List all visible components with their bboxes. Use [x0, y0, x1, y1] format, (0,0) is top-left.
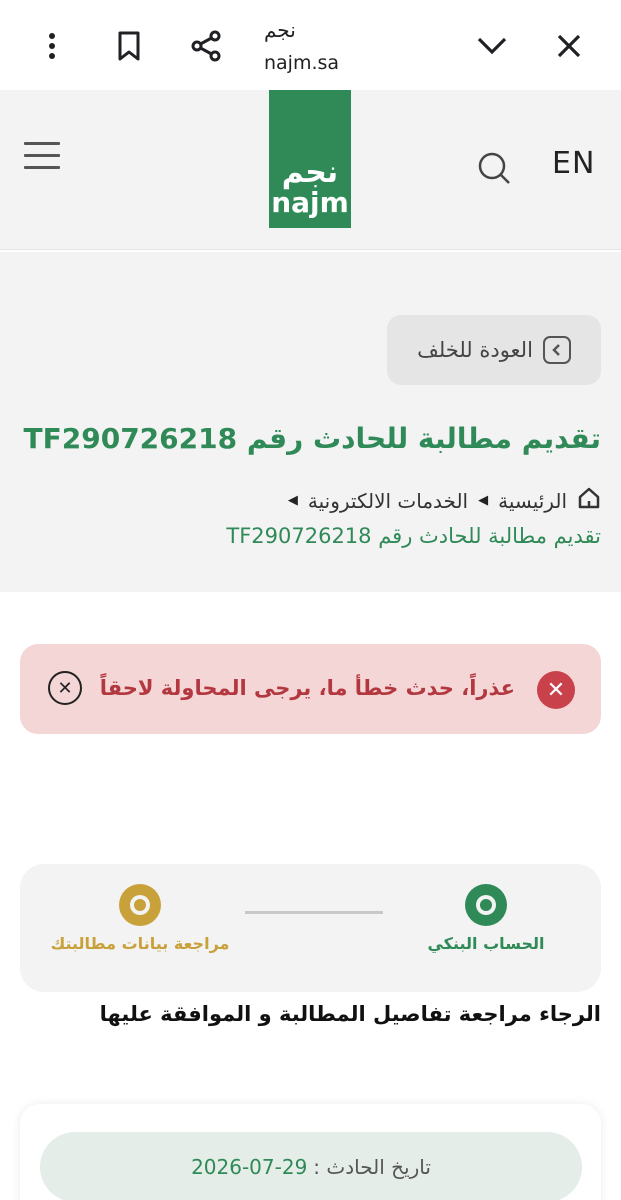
- close-alert-icon[interactable]: ✕: [48, 671, 82, 705]
- language-toggle[interactable]: EN: [552, 146, 595, 181]
- back-button[interactable]: العودة للخلف: [387, 315, 601, 385]
- page-header-section: العودة للخلف تقديم مطالبة للحادث رقم TF2…: [0, 252, 621, 592]
- search-icon[interactable]: [476, 150, 512, 186]
- najm-logo[interactable]: نجم najm: [269, 90, 351, 228]
- step-review-claim[interactable]: مراجعة بيانات مطالبتك: [50, 884, 230, 953]
- breadcrumb-home[interactable]: الرئيسية: [498, 489, 567, 513]
- home-icon[interactable]: [577, 486, 601, 515]
- bookmark-icon[interactable]: [105, 22, 153, 70]
- page-title: تقديم مطالبة للحادث رقم TF290726218: [23, 422, 601, 455]
- error-message: عذراً، حدث خطأ ما، يرجى المحاولة لاحقاً: [99, 676, 515, 700]
- claim-stepper: الحساب البنكي مراجعة بيانات مطالبتك: [20, 864, 601, 992]
- close-icon[interactable]: [545, 22, 593, 70]
- breadcrumb-separator-icon: ◀: [287, 493, 298, 508]
- breadcrumb-services[interactable]: الخدمات الالكترونية: [308, 489, 468, 513]
- breadcrumb: الرئيسية ◀ الخدمات الالكترونية ◀: [288, 486, 601, 515]
- url-text[interactable]: najm.sa: [264, 52, 339, 74]
- step-connector: [245, 911, 383, 914]
- accident-date-value: 2026-07-29: [191, 1155, 308, 1179]
- more-vert-icon[interactable]: [28, 22, 76, 70]
- breadcrumb-separator-icon: ◀: [478, 493, 489, 508]
- share-icon[interactable]: [182, 22, 230, 70]
- step-pending-icon: [119, 884, 161, 926]
- logo-arabic-text: نجم: [281, 155, 339, 190]
- chevron-down-icon[interactable]: [468, 22, 516, 70]
- tab-title: نجم: [264, 18, 296, 42]
- step-label: مراجعة بيانات مطالبتك: [50, 934, 230, 953]
- chevron-left-icon: [542, 336, 571, 364]
- accident-date-label: تاريخ الحادث :: [313, 1155, 431, 1179]
- hamburger-menu-icon[interactable]: [24, 142, 60, 174]
- step-active-icon: [465, 884, 507, 926]
- browser-toolbar: نجم najm.sa: [0, 0, 621, 90]
- step-bank-account[interactable]: الحساب البنكي: [396, 884, 576, 953]
- error-icon: ✕: [537, 671, 575, 709]
- instructions-text: الرجاء مراجعة تفاصيل المطالبة و الموافقة…: [99, 1002, 601, 1026]
- back-button-label: العودة للخلف: [417, 338, 533, 362]
- error-alert: ✕ عذراً، حدث خطأ ما، يرجى المحاولة لاحقا…: [20, 644, 601, 734]
- breadcrumb-current: تقديم مطالبة للحادث رقم TF290726218: [226, 524, 601, 548]
- step-label: الحساب البنكي: [427, 934, 545, 953]
- logo-english-text: najm: [271, 186, 349, 219]
- site-header: نجم najm EN: [0, 90, 621, 250]
- claim-details-card: تاريخ الحادث : 2026-07-29: [20, 1104, 601, 1200]
- accident-date-row: تاريخ الحادث : 2026-07-29: [40, 1132, 582, 1200]
